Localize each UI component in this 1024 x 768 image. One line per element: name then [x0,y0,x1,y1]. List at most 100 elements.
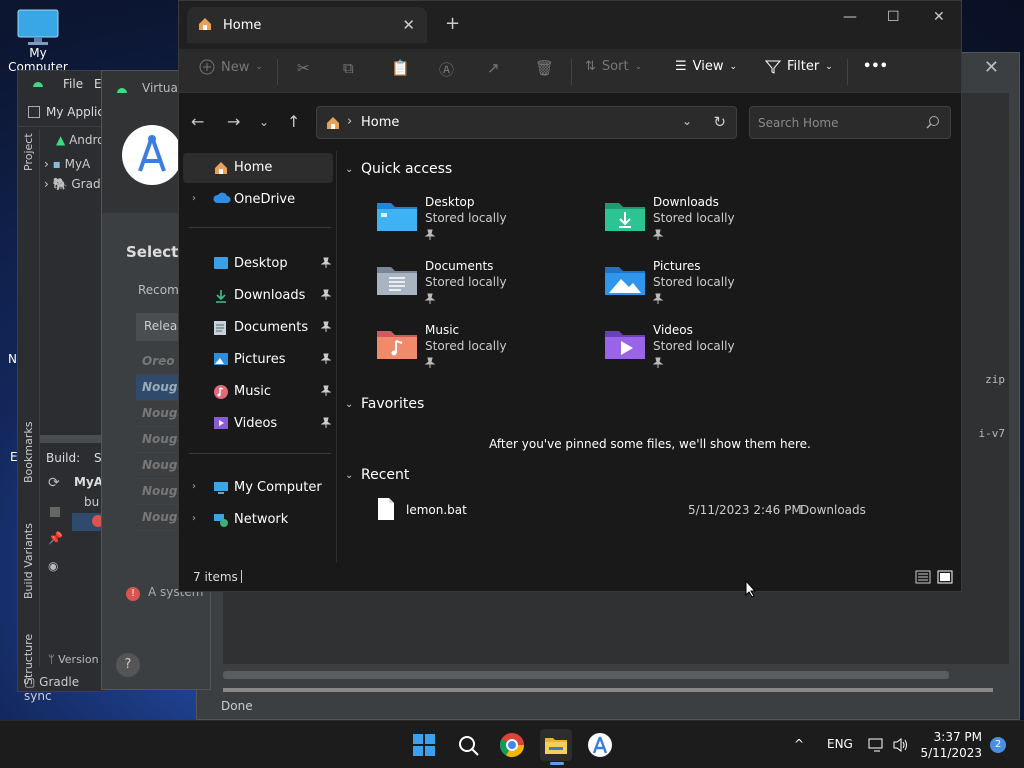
start-windows-icon[interactable] [408,729,440,761]
pin-icon[interactable] [320,257,332,273]
item-name: Documents [425,259,494,273]
section-quick-access[interactable]: ⌄ Quick access [345,161,452,177]
tiles-view-icon[interactable] [937,570,953,587]
item-name: Desktop [425,195,475,209]
build-sub-item[interactable]: bu [84,495,99,509]
search-box[interactable] [749,106,951,139]
paste-button[interactable]: 📋 [391,59,410,77]
recent-file-row[interactable]: lemon.bat 5/11/2023 2:46 PM Downloads [369,497,941,523]
chevron-down-icon: ⌄ [345,469,354,481]
nav-item-desktop[interactable]: Desktop [183,249,333,279]
pin-icon[interactable] [320,321,332,337]
tab-recommended[interactable]: Recom [138,283,179,297]
recent-locations-chevron-icon[interactable]: ⌄ [259,115,269,129]
quick-access-item-pictures[interactable]: Pictures Stored locally [603,259,813,315]
quick-access-item-documents[interactable]: Documents Stored locally [375,259,585,315]
android-studio-icon[interactable] [584,729,616,761]
back-arrow-icon[interactable]: ← [191,112,204,131]
minimize-icon[interactable]: — [843,9,857,25]
sort-button[interactable]: ⇅ Sort ⌄ [585,59,642,74]
chevron-right-icon[interactable]: › [192,513,196,524]
refresh-icon[interactable]: ↻ [713,113,726,131]
cut-button[interactable]: ✂ [297,59,310,77]
nav-item-pictures[interactable]: Pictures [183,345,333,375]
android-icon [116,83,128,97]
nav-item-onedrive[interactable]: › OneDrive [183,185,333,215]
quick-access-item-desktop[interactable]: Desktop Stored locally [375,195,585,251]
trash-icon: 🗑 [535,59,555,77]
pin-icon [424,293,436,308]
chrome-icon[interactable] [496,729,528,761]
nav-item-home[interactable]: Home [183,153,333,183]
system-clock[interactable]: 3:37 PM 5/11/2023 [920,729,982,761]
chevron-up-icon[interactable]: ^ [794,737,804,751]
nav-item-documents[interactable]: Documents [183,313,333,343]
tab-home[interactable]: Home ✕ [187,7,427,43]
new-button[interactable]: New ⌄ [199,59,263,75]
rename-button[interactable]: Ⓐ [439,59,454,80]
details-view-icon[interactable] [915,570,931,587]
tree-item[interactable]: ▲ Andro [56,133,105,147]
address-bar[interactable]: › Home ⌄ ↻ [316,106,737,139]
chevron-down-icon[interactable]: ⌄ [682,114,692,128]
view-button[interactable]: ☰ View ⌄ [675,59,737,74]
network-icon[interactable] [868,737,886,756]
tab-build-variants[interactable]: Build Variants [22,523,35,599]
forward-arrow-icon[interactable]: → [227,112,240,131]
tree-item[interactable]: › ▪ MyA [44,157,90,171]
filter-button[interactable]: Filter ⌄ [765,59,833,74]
stop-icon[interactable] [50,507,60,517]
desktop-icon-my-computer[interactable]: My Computer [2,8,74,74]
eye-icon[interactable]: ◉ [48,559,58,573]
search-input[interactable] [758,113,918,133]
volume-icon[interactable] [892,737,910,756]
splitter[interactable] [40,435,106,443]
chevron-right-icon[interactable]: › [192,193,196,204]
nav-label: Music [234,384,271,399]
search-icon[interactable] [926,115,940,132]
section-favorites[interactable]: ⌄ Favorites [345,396,424,412]
nav-item-music[interactable]: Music [183,377,333,407]
view-label: View [692,59,724,74]
pin-icon[interactable]: 📌 [48,531,63,545]
copy-button[interactable]: ⧉ [343,59,354,77]
file-explorer-icon[interactable] [540,729,572,765]
address-row: ← → ⌄ ↑ › Home ⌄ ↻ [179,93,961,151]
tab-bookmarks[interactable]: Bookmarks [22,422,35,483]
nav-item-my-computer[interactable]: › My Computer [183,473,333,503]
pin-icon[interactable] [320,353,332,369]
maximize-icon[interactable]: ☐ [887,9,900,25]
separator [847,59,848,85]
pin-icon[interactable] [320,385,332,401]
quick-access-item-videos[interactable]: Videos Stored locally [603,323,813,379]
nav-item-network[interactable]: › Network [183,505,333,535]
menu-file[interactable]: File [63,77,83,91]
breadcrumb-home[interactable]: Home [361,115,399,130]
pin-icon[interactable] [320,417,332,433]
pin-icon[interactable] [320,289,332,305]
search-icon[interactable] [452,729,484,761]
tree-item[interactable]: › 🐘 Grad [44,177,101,191]
nav-item-downloads[interactable]: Downloads [183,281,333,311]
nav-item-videos[interactable]: Videos [183,409,333,439]
close-window-icon[interactable]: ✕ [933,9,945,25]
chevron-right-icon[interactable]: › [192,481,196,492]
tab-project[interactable]: Project [22,133,35,171]
close-icon[interactable]: ✕ [984,57,999,78]
menu-bar: File E [18,71,106,99]
up-arrow-icon[interactable]: ↑ [287,112,300,131]
new-tab-button[interactable]: + [445,13,460,34]
help-button[interactable]: ? [116,653,140,677]
close-tab-icon[interactable]: ✕ [402,16,415,34]
quick-access-item-music[interactable]: Music Stored locally [375,323,585,379]
version-control-tab[interactable]: ᛘ Version [48,653,99,666]
quick-access-item-downloads[interactable]: Downloads Stored locally [603,195,813,251]
notification-badge[interactable]: 2 [990,737,1006,753]
language-indicator[interactable]: ENG [827,737,853,751]
section-recent[interactable]: ⌄ Recent [345,467,409,483]
delete-button[interactable]: 🗑 [535,59,554,77]
more-options-button[interactable]: ••• [863,59,888,74]
share-button[interactable]: ↗ [487,59,500,77]
horizontal-scrollbar[interactable] [223,671,949,679]
refresh-icon[interactable]: ⟳ [48,475,60,491]
